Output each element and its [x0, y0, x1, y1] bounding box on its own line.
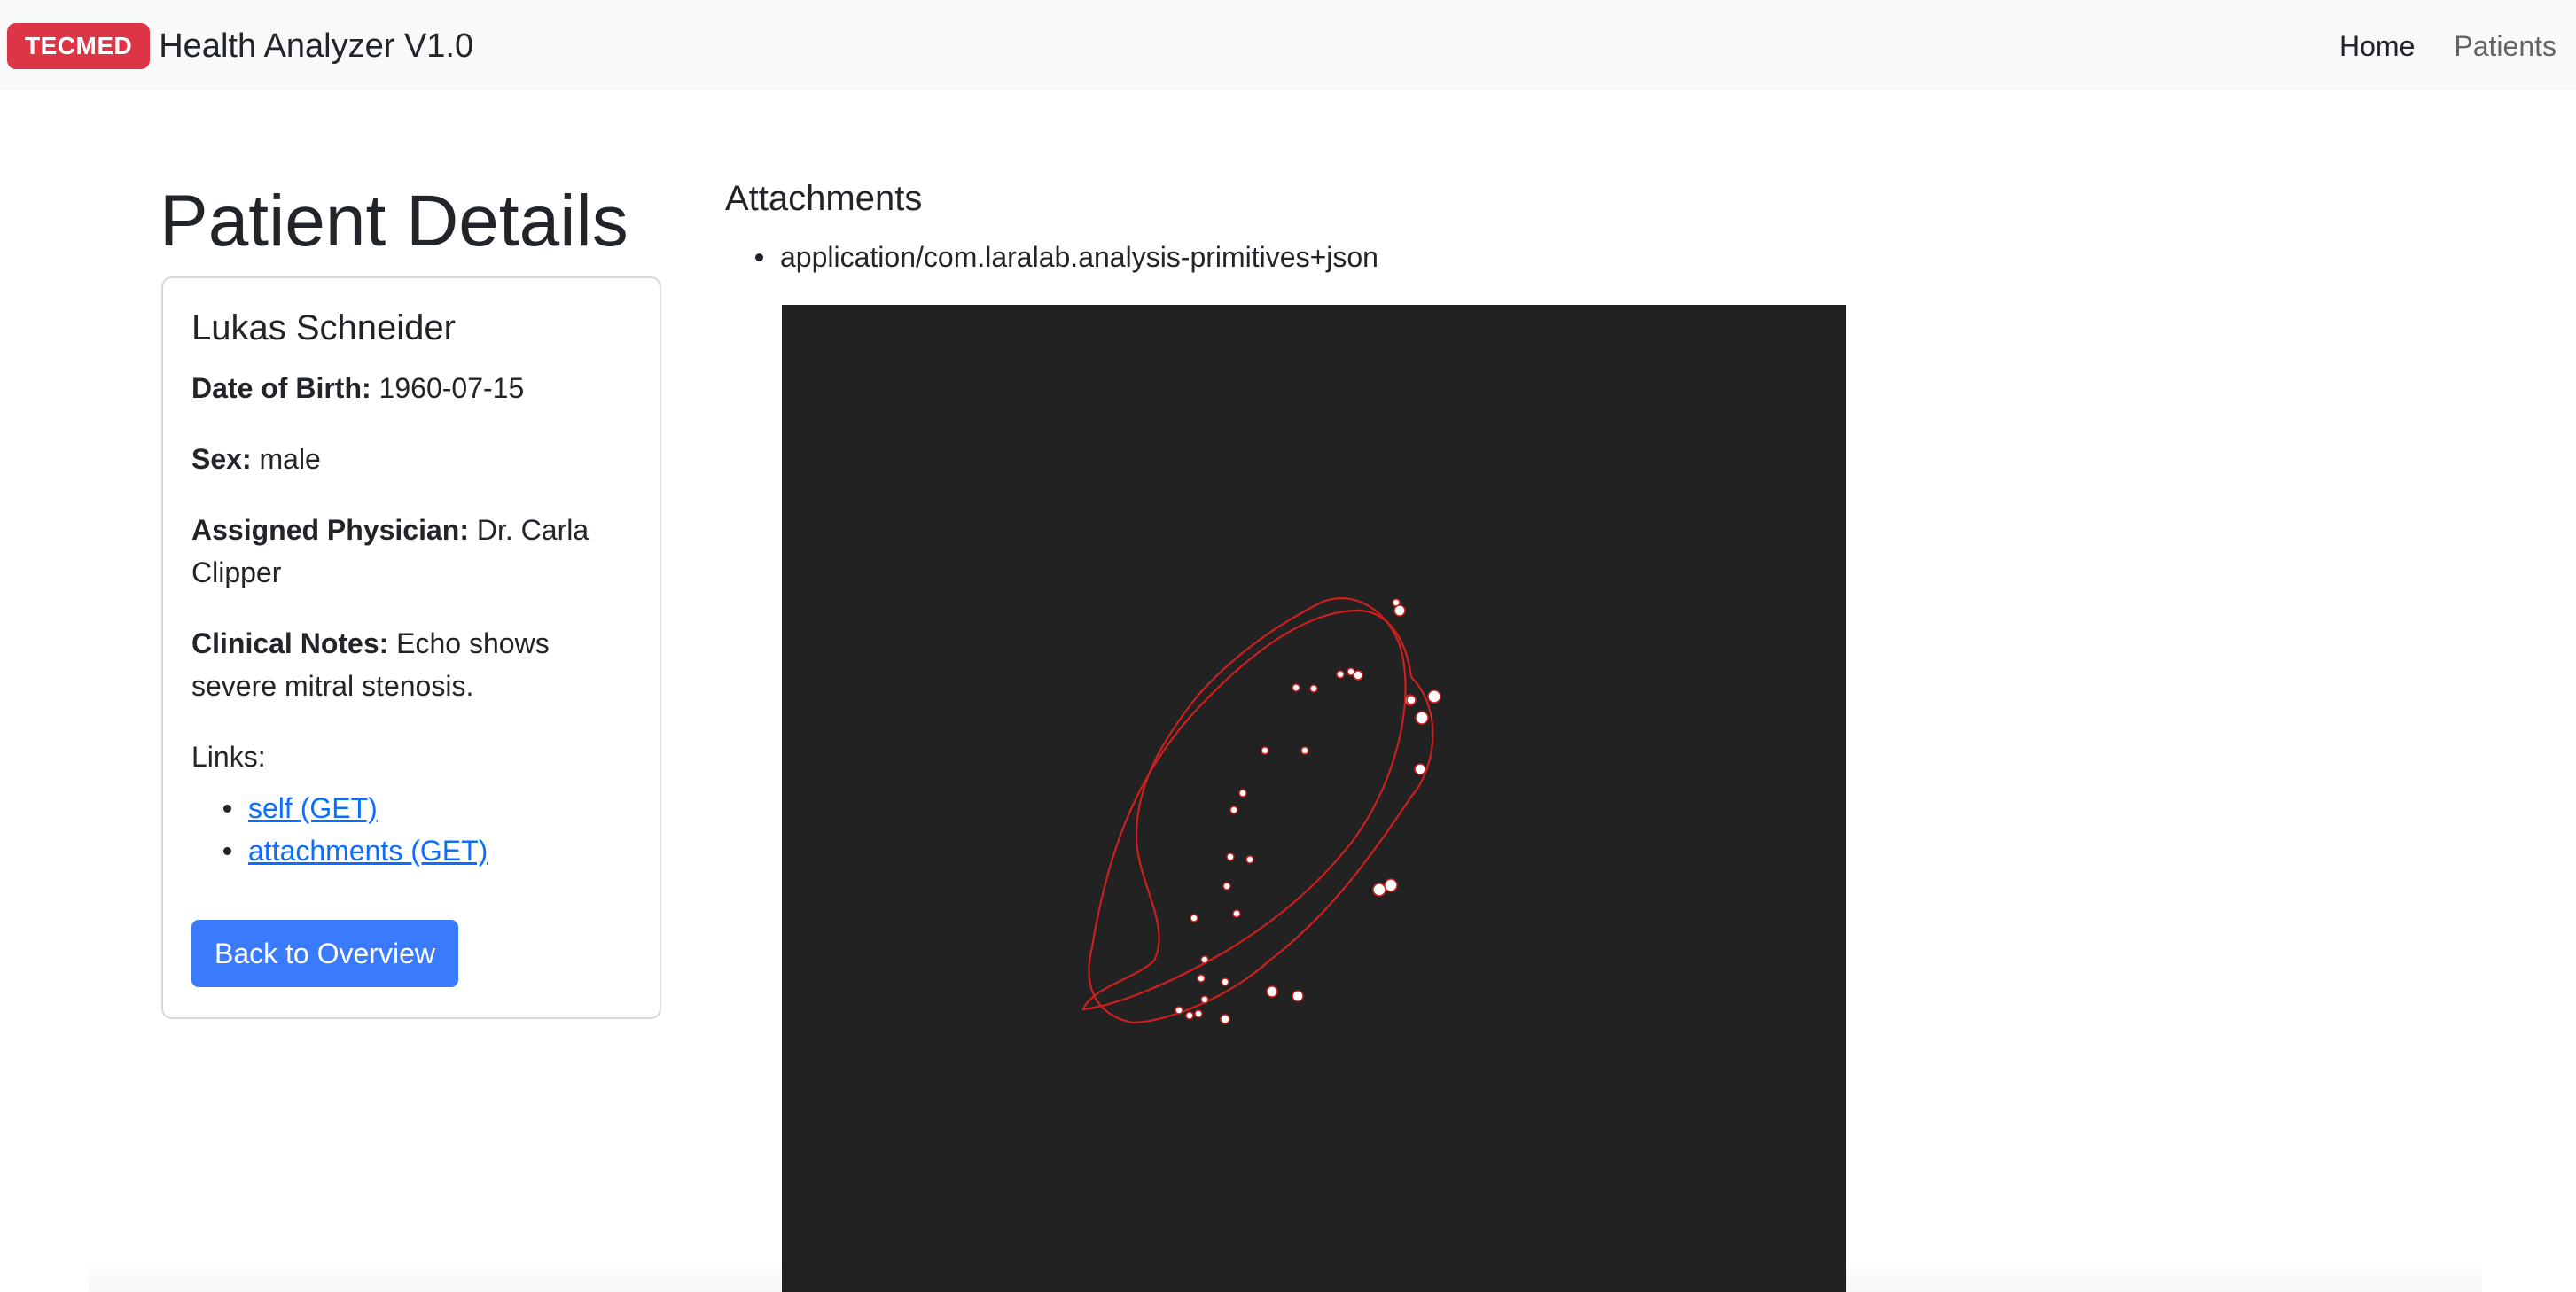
sex-value: male — [259, 443, 321, 475]
list-item: self (GET) — [223, 787, 631, 829]
landmark-point[interactable] — [1292, 683, 1300, 692]
attachments-link[interactable]: attachments (GET) — [248, 835, 488, 867]
landmark-point[interactable] — [1300, 746, 1309, 755]
landmark-point[interactable] — [1220, 1014, 1230, 1024]
attachment-item: application/com.laralab.analysis-primiti… — [755, 236, 1378, 278]
sex-field: Sex: male — [191, 438, 631, 480]
nav-link-home[interactable]: Home — [2339, 23, 2415, 69]
clinical-notes-label: Clinical Notes: — [191, 627, 389, 659]
landmark-point[interactable] — [1384, 878, 1398, 892]
landmark-point[interactable] — [1238, 789, 1247, 798]
landmark-point[interactable] — [1427, 689, 1441, 704]
brand[interactable]: TECMED Health Analyzer V1.0 — [7, 23, 473, 69]
landmark-point[interactable] — [1229, 806, 1238, 814]
landmark-point[interactable] — [1266, 985, 1278, 998]
back-to-overview-button[interactable]: Back to Overview — [191, 920, 458, 987]
list-item: attachments (GET) — [223, 829, 631, 872]
bottom-shadow — [89, 1258, 2482, 1292]
landmark-point[interactable] — [1406, 695, 1417, 705]
landmark-point[interactable] — [1221, 977, 1229, 986]
brand-title[interactable]: Health Analyzer V1.0 — [159, 23, 473, 69]
attachments-list: application/com.laralab.analysis-primiti… — [755, 236, 1378, 278]
landmark-point[interactable] — [1415, 711, 1429, 725]
contour-overlay — [1081, 597, 1441, 1024]
landmark-point[interactable] — [1197, 974, 1206, 983]
nav-links: Home Patients — [2300, 23, 2556, 69]
attachments-heading: Attachments — [725, 179, 923, 218]
landmark-point[interactable] — [1200, 995, 1209, 1004]
landmark-point[interactable] — [1185, 1011, 1194, 1020]
landmark-point[interactable] — [1194, 1009, 1203, 1018]
nav-link-patients[interactable]: Patients — [2454, 23, 2556, 69]
landmark-point[interactable] — [1393, 604, 1406, 617]
clinical-notes-field: Clinical Notes: Echo shows severe mitral… — [191, 622, 631, 707]
links-list: self (GET) attachments (GET) — [223, 787, 631, 872]
landmark-point[interactable] — [1200, 955, 1209, 964]
landmark-point[interactable] — [1226, 852, 1235, 861]
landmark-point[interactable] — [1232, 909, 1241, 918]
landmark-point[interactable] — [1222, 882, 1231, 891]
dob-value: 1960-07-15 — [379, 372, 525, 404]
brand-badge[interactable]: TECMED — [7, 23, 151, 69]
landmark-point[interactable] — [1347, 667, 1355, 676]
top-navbar: TECMED Health Analyzer V1.0 Home Patient… — [0, 0, 2576, 90]
analysis-viewer-canvas[interactable] — [782, 305, 1846, 1292]
landmark-point[interactable] — [1175, 1006, 1183, 1015]
contour-curve-outer — [1088, 609, 1434, 1024]
landmark-point[interactable] — [1190, 914, 1198, 922]
landmark-point[interactable] — [1261, 746, 1269, 755]
links-label: Links: — [191, 741, 266, 773]
dob-label: Date of Birth: — [191, 372, 371, 404]
physician-field: Assigned Physician: Dr. Carla Clipper — [191, 509, 631, 594]
patient-name: Lukas Schneider — [191, 308, 456, 347]
sex-label: Sex: — [191, 443, 252, 475]
contour-curve-inner — [1081, 597, 1407, 1011]
landmark-point[interactable] — [1245, 855, 1254, 864]
dob-field: Date of Birth: 1960-07-15 — [191, 367, 631, 409]
landmark-point[interactable] — [1309, 684, 1318, 693]
patient-card: Lukas Schneider Date of Birth: 1960-07-1… — [161, 276, 661, 1019]
landmark-point[interactable] — [1372, 883, 1386, 897]
landmark-point[interactable] — [1414, 763, 1426, 775]
landmark-point[interactable] — [1336, 670, 1345, 679]
self-link[interactable]: self (GET) — [248, 792, 378, 824]
landmark-point[interactable] — [1292, 990, 1304, 1002]
physician-label: Assigned Physician: — [191, 514, 469, 546]
page-title: Patient Details — [160, 181, 628, 261]
